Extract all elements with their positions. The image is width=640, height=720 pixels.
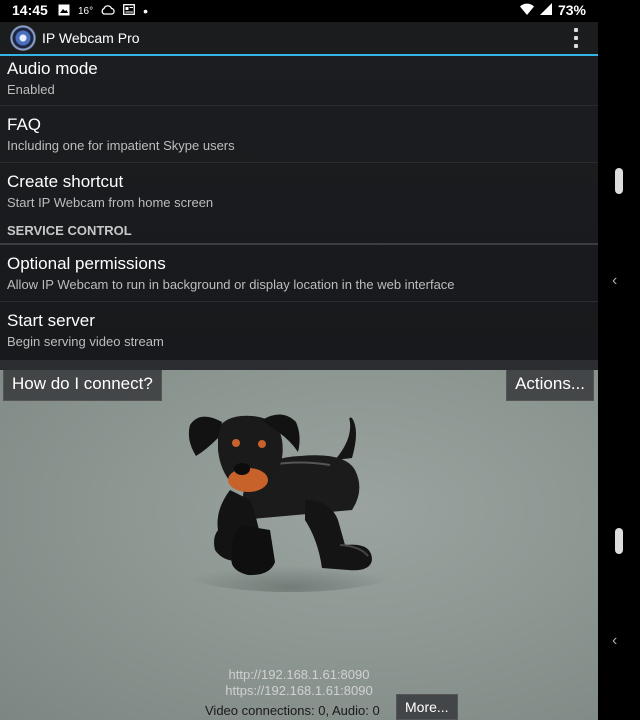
signal-icon (539, 2, 552, 18)
scrollbar-thumb-bottom[interactable] (615, 528, 623, 554)
pref-title: Start server (7, 311, 95, 330)
pref-summary: Begin serving video stream (7, 334, 164, 349)
actions-button[interactable]: Actions... (506, 370, 594, 401)
back-chevron-icon[interactable]: ‹ (612, 272, 617, 290)
divider (0, 360, 598, 370)
camera-preview[interactable]: How do I connect? Actions... http://192.… (0, 370, 598, 720)
temperature: 16° (78, 5, 94, 17)
pref-summary: Start IP Webcam from home screen (7, 195, 214, 210)
battery-percent: 73% (557, 2, 586, 18)
scrollbar-thumb-top[interactable] (615, 168, 623, 194)
cloud-icon (101, 4, 115, 18)
clock: 14:45 (12, 2, 48, 18)
how-do-i-connect-button[interactable]: How do I connect? (3, 370, 162, 401)
pref-summary: Allow IP Webcam to run in background or … (7, 277, 455, 292)
pref-summary: Enabled (7, 82, 55, 97)
pref-summary: Including one for impatient Skype users (7, 138, 235, 153)
pref-audio-mode[interactable]: Audio mode Enabled (0, 56, 598, 106)
overflow-menu-icon[interactable] (572, 28, 580, 48)
dot-icon: • (143, 3, 149, 19)
wifi-icon (519, 2, 534, 18)
https-url: https://192.168.1.61:8090 (225, 683, 373, 698)
news-icon (123, 4, 136, 18)
pref-title: Audio mode (7, 59, 98, 78)
app-logo-icon[interactable] (10, 25, 36, 51)
category-header: SERVICE CONTROL (0, 219, 598, 245)
pref-title: Create shortcut (7, 172, 124, 191)
status-bar: 14:45 16° • 73% (0, 0, 598, 22)
pref-create-shortcut[interactable]: Create shortcut Start IP Webcam from hom… (0, 163, 598, 219)
image-icon (58, 4, 70, 19)
navigation-bar: ‹ ‹ (598, 0, 640, 720)
pref-title: FAQ (7, 115, 42, 134)
back-chevron-icon[interactable]: ‹ (612, 632, 617, 650)
pref-title: Optional permissions (7, 254, 166, 273)
settings-list[interactable]: Audio mode Enabled FAQ Including one for… (0, 56, 598, 360)
pref-start-server[interactable]: Start server Begin serving video stream (0, 302, 598, 358)
pref-optional-permissions[interactable]: Optional permissions Allow IP Webcam to … (0, 245, 598, 302)
app-title: IP Webcam Pro (42, 30, 140, 46)
more-button[interactable]: More... (396, 694, 458, 720)
connection-status: Video connections: 0, Audio: 0 (205, 703, 380, 718)
pref-faq[interactable]: FAQ Including one for impatient Skype us… (0, 106, 598, 163)
http-url: http://192.168.1.61:8090 (228, 667, 370, 682)
app-bar: IP Webcam Pro (0, 22, 598, 56)
